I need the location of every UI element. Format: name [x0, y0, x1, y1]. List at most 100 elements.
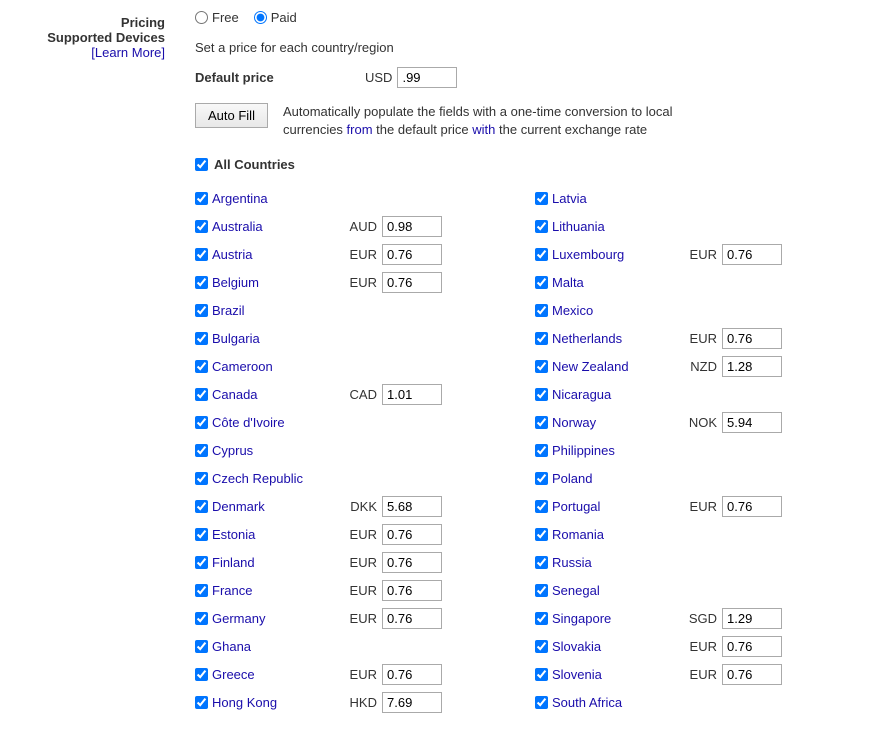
country-checkbox[interactable]: [195, 304, 208, 317]
country-link[interactable]: Cyprus: [212, 443, 332, 458]
country-checkbox[interactable]: [535, 248, 548, 261]
country-checkbox[interactable]: [195, 612, 208, 625]
country-checkbox[interactable]: [195, 444, 208, 457]
price-input[interactable]: [382, 216, 442, 237]
free-radio[interactable]: [195, 11, 208, 24]
price-input[interactable]: [382, 384, 442, 405]
price-input[interactable]: [382, 272, 442, 293]
country-checkbox[interactable]: [535, 472, 548, 485]
country-link[interactable]: Romania: [552, 527, 672, 542]
price-input[interactable]: [722, 496, 782, 517]
country-link[interactable]: Lithuania: [552, 219, 672, 234]
country-checkbox[interactable]: [195, 640, 208, 653]
country-link[interactable]: Russia: [552, 555, 672, 570]
country-checkbox[interactable]: [195, 500, 208, 513]
price-input[interactable]: [382, 580, 442, 601]
learn-more-link[interactable]: [Learn More]: [91, 45, 165, 60]
country-checkbox[interactable]: [195, 332, 208, 345]
all-countries-checkbox[interactable]: [195, 158, 208, 171]
price-input[interactable]: [722, 244, 782, 265]
country-link[interactable]: Finland: [212, 555, 332, 570]
country-link[interactable]: Luxembourg: [552, 247, 672, 262]
country-checkbox[interactable]: [195, 388, 208, 401]
price-input[interactable]: [722, 356, 782, 377]
country-link[interactable]: Canada: [212, 387, 332, 402]
country-checkbox[interactable]: [535, 500, 548, 513]
country-checkbox[interactable]: [535, 388, 548, 401]
country-link[interactable]: Czech Republic: [212, 471, 332, 486]
price-input[interactable]: [382, 524, 442, 545]
country-checkbox[interactable]: [535, 416, 548, 429]
country-link[interactable]: Brazil: [212, 303, 332, 318]
country-checkbox[interactable]: [535, 220, 548, 233]
price-input[interactable]: [722, 412, 782, 433]
country-link[interactable]: Ghana: [212, 639, 332, 654]
country-link[interactable]: Côte d'Ivoire: [212, 415, 332, 430]
country-link[interactable]: Poland: [552, 471, 672, 486]
country-checkbox[interactable]: [535, 556, 548, 569]
country-link[interactable]: Cameroon: [212, 359, 332, 374]
price-input[interactable]: [382, 244, 442, 265]
country-checkbox[interactable]: [535, 668, 548, 681]
country-link[interactable]: South Africa: [552, 695, 672, 710]
country-link[interactable]: Latvia: [552, 191, 672, 206]
default-price-input[interactable]: [397, 67, 457, 88]
country-link[interactable]: Germany: [212, 611, 332, 626]
country-checkbox[interactable]: [195, 696, 208, 709]
country-link[interactable]: Mexico: [552, 303, 672, 318]
country-link[interactable]: Denmark: [212, 499, 332, 514]
country-checkbox[interactable]: [535, 444, 548, 457]
country-link[interactable]: Australia: [212, 219, 332, 234]
country-link[interactable]: Slovakia: [552, 639, 672, 654]
price-input[interactable]: [382, 692, 442, 713]
price-input[interactable]: [382, 608, 442, 629]
country-checkbox[interactable]: [195, 556, 208, 569]
country-link[interactable]: Norway: [552, 415, 672, 430]
country-link[interactable]: Malta: [552, 275, 672, 290]
country-link[interactable]: Estonia: [212, 527, 332, 542]
country-link[interactable]: Greece: [212, 667, 332, 682]
country-link[interactable]: Portugal: [552, 499, 672, 514]
country-link[interactable]: France: [212, 583, 332, 598]
country-checkbox[interactable]: [535, 584, 548, 597]
country-checkbox[interactable]: [535, 640, 548, 653]
country-checkbox[interactable]: [195, 192, 208, 205]
country-link[interactable]: Hong Kong: [212, 695, 332, 710]
price-input[interactable]: [722, 608, 782, 629]
paid-radio[interactable]: [254, 11, 267, 24]
paid-radio-label[interactable]: Paid: [254, 10, 297, 25]
country-checkbox[interactable]: [195, 360, 208, 373]
price-input[interactable]: [382, 664, 442, 685]
country-link[interactable]: Slovenia: [552, 667, 672, 682]
price-input[interactable]: [382, 496, 442, 517]
country-link[interactable]: Netherlands: [552, 331, 672, 346]
autofill-button[interactable]: Auto Fill: [195, 103, 268, 128]
country-link[interactable]: Nicaragua: [552, 387, 672, 402]
country-checkbox[interactable]: [195, 528, 208, 541]
country-checkbox[interactable]: [535, 192, 548, 205]
country-link[interactable]: Philippines: [552, 443, 672, 458]
country-link[interactable]: Belgium: [212, 275, 332, 290]
price-input[interactable]: [722, 636, 782, 657]
country-checkbox[interactable]: [195, 276, 208, 289]
country-checkbox[interactable]: [195, 472, 208, 485]
price-input[interactable]: [722, 328, 782, 349]
country-checkbox[interactable]: [535, 360, 548, 373]
country-checkbox[interactable]: [195, 248, 208, 261]
country-link[interactable]: Austria: [212, 247, 332, 262]
country-link[interactable]: Senegal: [552, 583, 672, 598]
country-checkbox[interactable]: [535, 332, 548, 345]
country-checkbox[interactable]: [535, 612, 548, 625]
country-link[interactable]: Bulgaria: [212, 331, 332, 346]
country-checkbox[interactable]: [195, 220, 208, 233]
country-checkbox[interactable]: [535, 528, 548, 541]
price-input[interactable]: [382, 552, 442, 573]
country-link[interactable]: New Zealand: [552, 359, 672, 374]
country-link[interactable]: Argentina: [212, 191, 332, 206]
country-checkbox[interactable]: [535, 276, 548, 289]
country-checkbox[interactable]: [535, 304, 548, 317]
price-input[interactable]: [722, 664, 782, 685]
country-link[interactable]: Singapore: [552, 611, 672, 626]
free-radio-label[interactable]: Free: [195, 10, 239, 25]
country-checkbox[interactable]: [195, 584, 208, 597]
